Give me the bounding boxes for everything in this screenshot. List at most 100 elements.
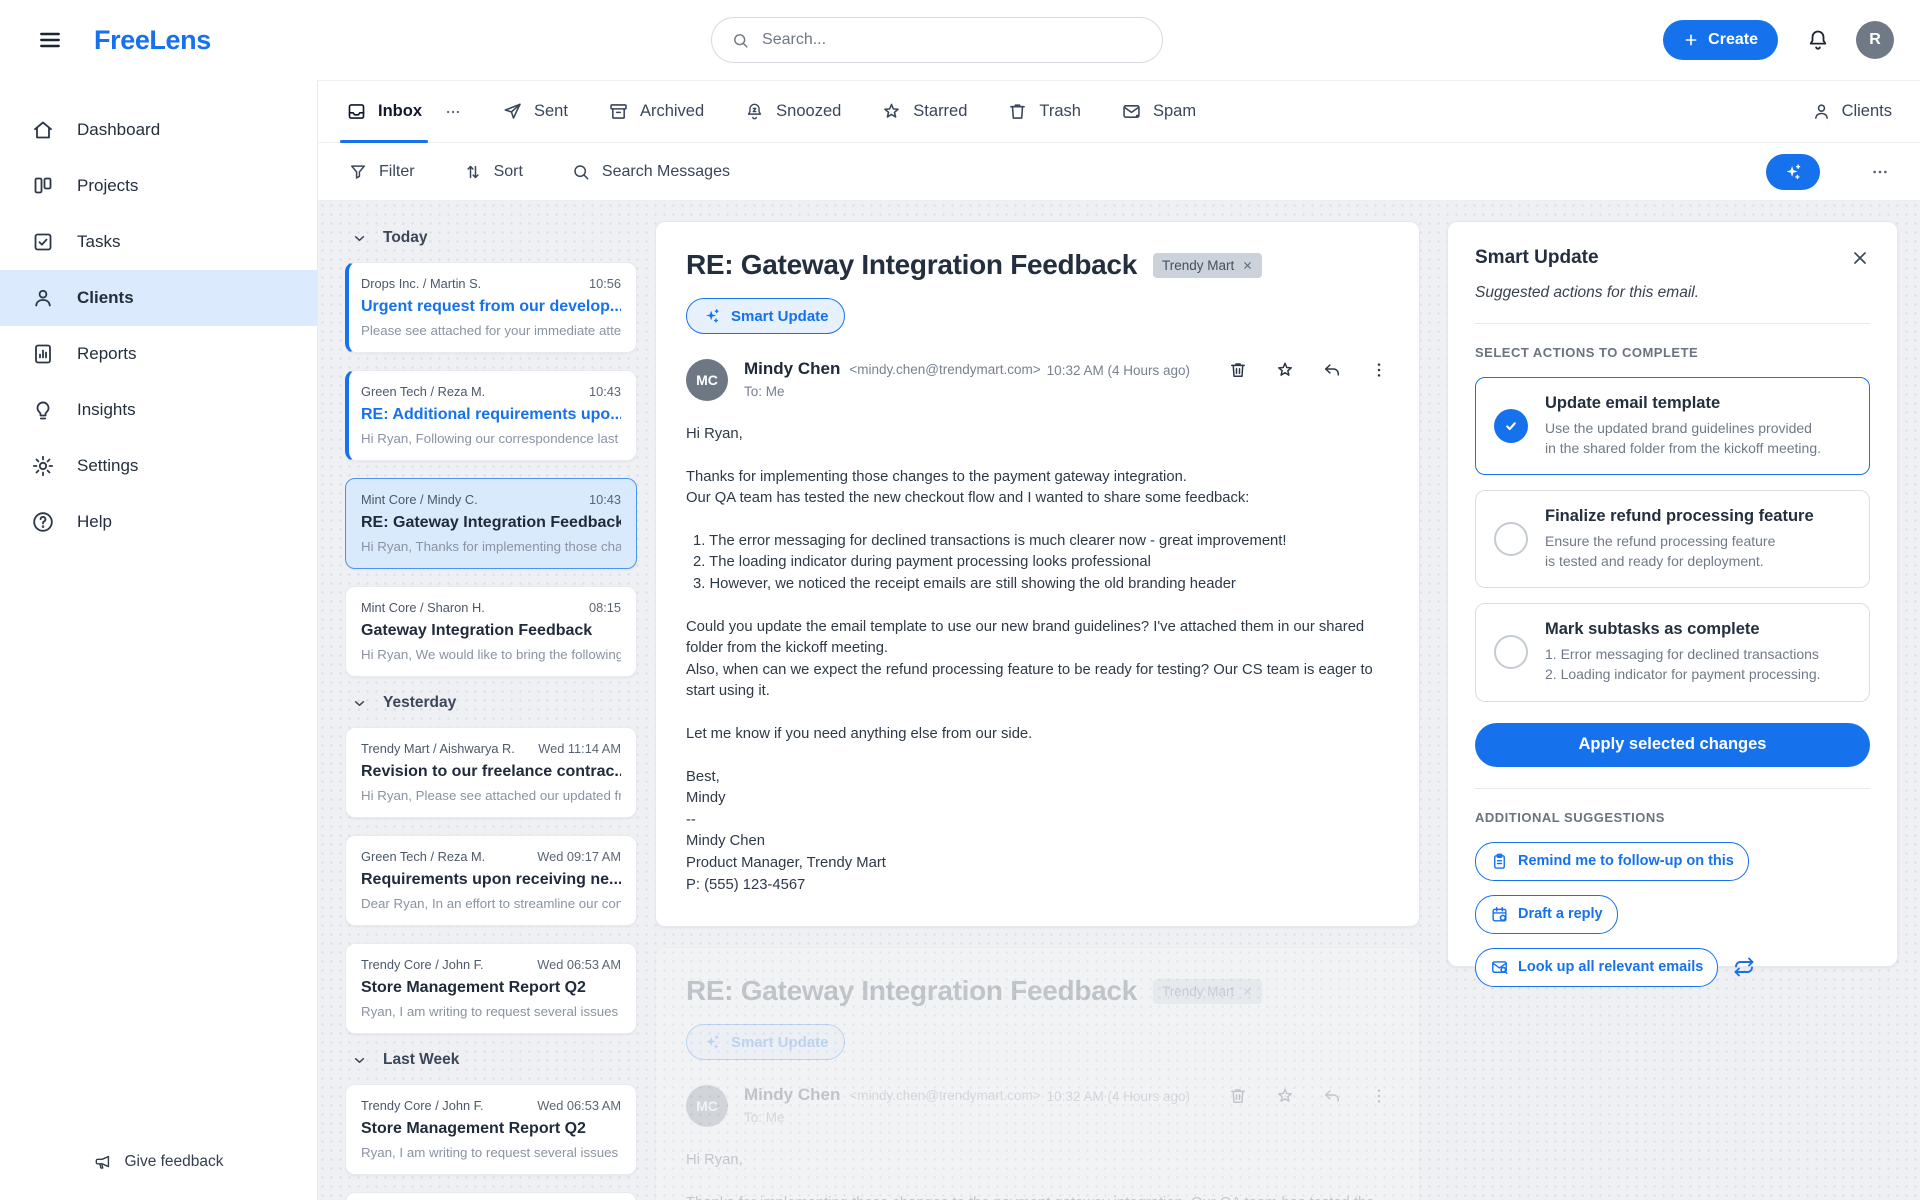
- smart-update-button[interactable]: Smart Update: [686, 298, 845, 334]
- tab-spam[interactable]: Spam: [1121, 81, 1196, 142]
- clipboard-check-icon: [31, 230, 55, 254]
- inbox-more-icon[interactable]: [444, 103, 462, 121]
- funnel-icon: [348, 162, 368, 182]
- email-sender: Mint Core / Sharon H.: [361, 600, 485, 615]
- email-snippet: Please see attached for your immediate a…: [361, 323, 621, 338]
- chevron-down-icon: [351, 230, 368, 247]
- remind-follow-up-button[interactable]: Remind me to follow-up on this: [1475, 842, 1749, 881]
- ai-sparkle-button[interactable]: [1766, 154, 1820, 190]
- mail-search-icon: [1490, 958, 1509, 977]
- sender-avatar: MC: [686, 1085, 728, 1127]
- email-list-item[interactable]: Drops Inc. / Martin S.10:56 Urgent reque…: [345, 262, 637, 353]
- close-icon[interactable]: [1850, 248, 1870, 268]
- megaphone-icon: [93, 1152, 113, 1172]
- email-detail-card-faded: RE: Gateway Integration Feedback Trendy …: [655, 947, 1420, 1200]
- action-card-finalize-refund[interactable]: Finalize refund processing feature Ensur…: [1475, 490, 1870, 588]
- apply-selected-changes-button[interactable]: Apply selected changes: [1475, 723, 1870, 767]
- snooze-bell-icon: [744, 101, 765, 122]
- tab-archived[interactable]: Archived: [608, 81, 704, 142]
- select-actions-heading: SELECT ACTIONS TO COMPLETE: [1475, 345, 1870, 360]
- regenerate-icon[interactable]: [1732, 955, 1756, 979]
- email-snippet: Hi Ryan, Following our correspondence la…: [361, 431, 621, 446]
- create-button[interactable]: Create: [1663, 20, 1778, 60]
- email-subject: RE: Gateway Integration Feedback: [361, 514, 621, 532]
- sidebar-item-insights[interactable]: Insights: [0, 382, 317, 438]
- email-detail-card: RE: Gateway Integration Feedback Trendy …: [655, 221, 1420, 927]
- email-list-item[interactable]: Green Tech / Reza M.Wed 09:17 AM Require…: [345, 835, 637, 926]
- email-list-item[interactable]: Green Tech / Reza M.10:43 RE: Additional…: [345, 370, 637, 461]
- email-snippet: Dear Ryan, In an effort to streamline ou…: [361, 896, 621, 911]
- app-logo[interactable]: FreeLens: [94, 25, 211, 56]
- chevron-down-icon: [351, 695, 368, 712]
- email-list-item[interactable]: Trendy Core / John F.Wed 06:53 AM Store …: [345, 1084, 637, 1175]
- global-search[interactable]: [711, 17, 1163, 63]
- star-icon: [881, 101, 902, 122]
- draft-reply-button[interactable]: Draft a reply: [1475, 895, 1618, 934]
- email-time: Wed 06:53 AM: [537, 957, 621, 972]
- email-time: 10:56: [589, 276, 621, 291]
- delete-email-icon[interactable]: [1228, 360, 1248, 380]
- email-sender: Trendy Core / John F.: [361, 1098, 484, 1113]
- avatar[interactable]: R: [1856, 21, 1894, 59]
- tab-trash[interactable]: Trash: [1007, 81, 1081, 142]
- look-up-relevant-emails-button[interactable]: Look up all relevant emails: [1475, 948, 1718, 987]
- search-icon: [571, 162, 591, 182]
- sidebar-item-dashboard[interactable]: Dashboard: [0, 102, 317, 158]
- delete-email-icon: [1228, 1086, 1248, 1106]
- email-list: Today Drops Inc. / Martin S.10:56 Urgent…: [345, 221, 637, 1200]
- tab-snoozed[interactable]: Snoozed: [744, 81, 841, 142]
- sidebar-item-help[interactable]: Help: [0, 494, 317, 550]
- sidebar-item-clients[interactable]: Clients: [0, 270, 317, 326]
- folder-tabs: Inbox Sent Archived Snoozed Starred: [318, 81, 1920, 143]
- search-messages-button[interactable]: Search Messages: [571, 162, 730, 182]
- action-card-mark-subtasks[interactable]: Mark subtasks as complete 1. Error messa…: [1475, 603, 1870, 701]
- checked-circle-icon[interactable]: [1494, 409, 1528, 443]
- sidebar-item-projects[interactable]: Projects: [0, 158, 317, 214]
- kebab-menu-icon: [1369, 1086, 1389, 1106]
- trash-icon: [1007, 101, 1028, 122]
- give-feedback-button[interactable]: Give feedback: [0, 1152, 317, 1172]
- radio-circle-icon[interactable]: [1494, 522, 1528, 556]
- email-time: 10:43: [589, 492, 621, 507]
- filter-button[interactable]: Filter: [348, 162, 415, 182]
- email-body: Hi Ryan, Thanks for implementing those c…: [686, 424, 1389, 896]
- home-icon: [31, 118, 55, 142]
- email-list-item[interactable]: Trendy Mart / Aishwarya R.Wed 11:14 AM R…: [345, 727, 637, 818]
- reply-icon[interactable]: [1322, 360, 1342, 380]
- star-email-icon[interactable]: [1275, 360, 1295, 380]
- radio-circle-icon[interactable]: [1494, 635, 1528, 669]
- tag-remove-icon: [1242, 986, 1253, 997]
- toolbar-more-icon[interactable]: [1870, 162, 1890, 182]
- email-timestamp: 10:32 AM (4 Hours ago): [1047, 363, 1190, 378]
- email-sender: Trendy Core / John F.: [361, 957, 484, 972]
- hamburger-menu-icon[interactable]: [30, 20, 70, 60]
- section-header-last-week[interactable]: Last Week: [351, 1051, 637, 1069]
- clients-view-button[interactable]: Clients: [1811, 101, 1892, 122]
- notifications-bell-icon[interactable]: [1806, 28, 1830, 52]
- email-list-item[interactable]: Trendy Core / John F.Wed 06:53 AM Store …: [345, 1192, 637, 1200]
- sidebar-item-settings[interactable]: Settings: [0, 438, 317, 494]
- kebab-menu-icon[interactable]: [1369, 360, 1389, 380]
- calendar-icon: [1490, 905, 1509, 924]
- person-icon: [1811, 101, 1832, 122]
- email-subject: RE: Additional requirements upo...: [361, 406, 621, 424]
- email-time: Wed 11:14 AM: [538, 741, 621, 756]
- section-header-yesterday[interactable]: Yesterday: [351, 694, 637, 712]
- section-header-today[interactable]: Today: [351, 229, 637, 247]
- email-list-item[interactable]: Mint Core / Sharon H.08:15 Gateway Integ…: [345, 586, 637, 677]
- tag-remove-icon[interactable]: [1242, 260, 1253, 271]
- tab-starred[interactable]: Starred: [881, 81, 967, 142]
- action-card-update-email-template[interactable]: Update email template Use the updated br…: [1475, 377, 1870, 475]
- panel-subtitle: Suggested actions for this email.: [1475, 284, 1870, 302]
- email-sender: Green Tech / Reza M.: [361, 384, 485, 399]
- email-list-item-selected[interactable]: Mint Core / Mindy C.10:43 RE: Gateway In…: [345, 478, 637, 569]
- sparkles-icon: [1782, 161, 1804, 183]
- search-input[interactable]: [762, 31, 1143, 49]
- sort-button[interactable]: Sort: [463, 162, 523, 182]
- sidebar-item-reports[interactable]: Reports: [0, 326, 317, 382]
- email-list-item[interactable]: Trendy Core / John F.Wed 06:53 AM Store …: [345, 943, 637, 1034]
- email-sender: Drops Inc. / Martin S.: [361, 276, 481, 291]
- sidebar-item-tasks[interactable]: Tasks: [0, 214, 317, 270]
- tab-sent[interactable]: Sent: [502, 81, 568, 142]
- tab-inbox[interactable]: Inbox: [346, 81, 422, 142]
